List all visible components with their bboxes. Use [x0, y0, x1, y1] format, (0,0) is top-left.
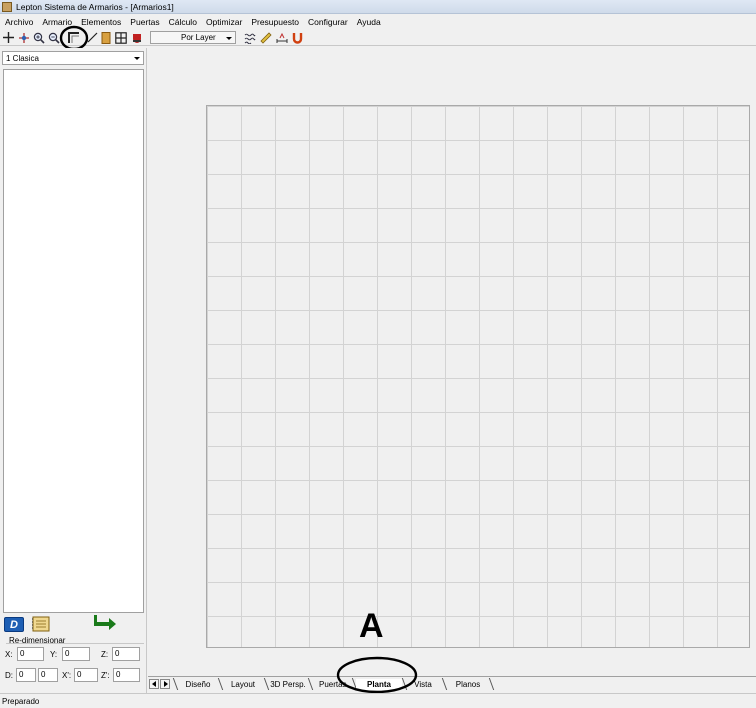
- menu-ayuda[interactable]: Ayuda: [352, 17, 385, 27]
- tab-planos[interactable]: Planos: [446, 679, 490, 690]
- z-prime-label: Z':: [101, 671, 110, 680]
- cabinet-type-value: 1 Clasica: [6, 53, 39, 63]
- menu-bar: Archivo Armario Elementos Puertas Cálcul…: [0, 15, 756, 29]
- chevron-down-icon: [226, 36, 232, 40]
- menu-configurar[interactable]: Configurar: [303, 17, 352, 27]
- resize-divider: [6, 643, 144, 644]
- arrow-right-icon: [94, 614, 116, 630]
- chevron-right-icon: [163, 681, 168, 687]
- layer-combo[interactable]: Por Layer: [150, 31, 236, 44]
- y-label: Y:: [50, 650, 58, 659]
- d-icon: D: [10, 618, 18, 631]
- magnet-u-icon[interactable]: [291, 31, 304, 44]
- menu-presupuesto[interactable]: Presupuesto: [246, 17, 303, 27]
- status-bar: Preparado: [0, 693, 756, 708]
- design-mode-button[interactable]: D: [4, 617, 24, 632]
- zoom-in-icon[interactable]: [32, 31, 45, 44]
- title-bar: Lepton Sistema de Armarios - [Armarios1]: [0, 0, 756, 14]
- toolbar: Por Layer: [0, 29, 756, 46]
- annotation-a-ellipse: [336, 656, 418, 694]
- menu-puertas[interactable]: Puertas: [125, 17, 163, 27]
- d-label: D:: [5, 671, 13, 680]
- x-field[interactable]: 0: [17, 647, 44, 661]
- move-icon[interactable]: [17, 31, 30, 44]
- x-label: X:: [5, 650, 13, 659]
- status-text: Preparado: [2, 696, 40, 706]
- tab-scroll-right-button[interactable]: [160, 679, 170, 689]
- tab-diseno[interactable]: Diseño: [178, 679, 218, 690]
- tab-layout[interactable]: Layout: [223, 679, 263, 690]
- layer-combo-value: Por Layer: [181, 33, 216, 42]
- plan-grid[interactable]: [206, 105, 750, 648]
- notebook-button[interactable]: [31, 616, 51, 632]
- app-icon: [2, 1, 12, 12]
- annotation-a-label: A: [359, 607, 384, 645]
- y-field[interactable]: 0: [62, 647, 90, 661]
- menu-optimizar[interactable]: Optimizar: [201, 17, 246, 27]
- notebook-icon: [32, 616, 50, 632]
- chevron-down-icon: [134, 57, 140, 60]
- view-tabs: Diseño Layout 3D Persp. Puertas Planta V…: [148, 676, 756, 691]
- d-field[interactable]: 0: [16, 668, 36, 682]
- menu-archivo[interactable]: Archivo: [0, 17, 37, 27]
- x-prime-field[interactable]: 0: [74, 668, 98, 682]
- z-field[interactable]: 0: [112, 647, 140, 661]
- menu-calculo[interactable]: Cálculo: [164, 17, 201, 27]
- wood-panel-icon[interactable]: [99, 31, 112, 44]
- window-title: Lepton Sistema de Armarios - [Armarios1]: [16, 1, 174, 12]
- tab-3d-persp[interactable]: 3D Persp.: [268, 679, 308, 690]
- z-prime-field[interactable]: 0: [113, 668, 140, 682]
- tab-scroll-left-button[interactable]: [149, 679, 159, 689]
- next-step-button[interactable]: [93, 614, 119, 632]
- element-list[interactable]: [3, 69, 144, 613]
- x-prime-label: X':: [62, 671, 72, 680]
- measure-icon[interactable]: [275, 31, 288, 44]
- wave-icon[interactable]: [243, 31, 256, 44]
- grid-icon[interactable]: [114, 31, 127, 44]
- z-label: Z:: [101, 650, 109, 659]
- crosshair-icon[interactable]: [2, 31, 15, 44]
- cabinet-type-combo[interactable]: 1 Clasica: [2, 51, 144, 65]
- magnet-icon[interactable]: [130, 31, 143, 44]
- d2-field[interactable]: 0: [38, 668, 58, 682]
- ruler-icon[interactable]: [259, 31, 272, 44]
- chevron-left-icon: [151, 681, 156, 687]
